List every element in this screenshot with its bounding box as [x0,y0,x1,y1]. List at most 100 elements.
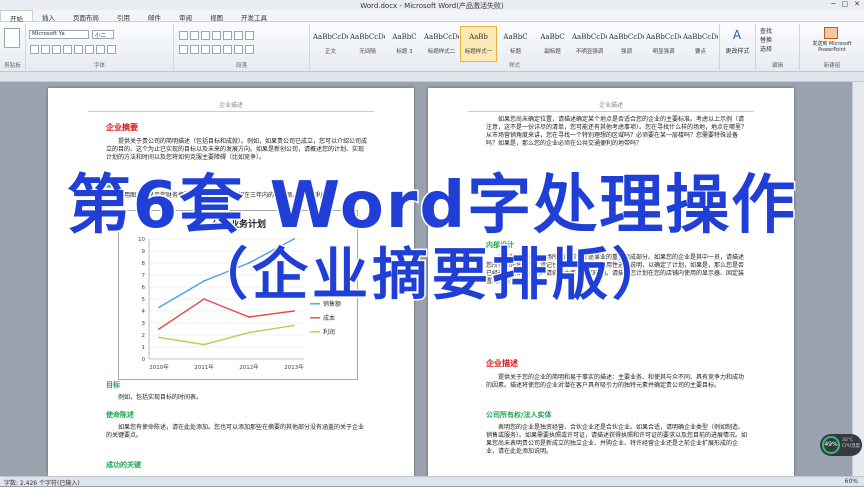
style-preview: AaBb [469,33,488,41]
clipboard-label: 剪贴板 [4,63,21,69]
tab-review[interactable]: 审阅 [170,10,201,22]
data-point [203,343,205,346]
style-preview: AaBbCcDd [646,33,682,41]
line-spacing-icon[interactable] [223,45,232,54]
numbering-icon[interactable] [190,31,199,40]
style-4[interactable]: AaBb 标题样式一 [460,26,497,62]
style-preview: AaBbCcDd [350,33,386,41]
superscript-icon[interactable] [85,45,94,54]
paragraph-group: 段落 [174,24,310,70]
video-title-line1: 第6套 Word字处理操作 [65,169,798,244]
align-right-icon[interactable] [201,45,210,54]
decrease-indent-icon[interactable] [212,31,221,40]
style-name: 标题 [509,49,521,55]
cpu-temp-label: CPU温度 [842,444,861,449]
align-center-icon[interactable] [190,45,199,54]
style-gallery: AaBbCcDd 正文 AaBbCcDd 无间隔 AaBbC 标题 3 AaBbCcDd 标题… [312,26,719,62]
find-button[interactable]: 查找 [760,27,772,36]
paragraph-label: 段落 [235,63,247,69]
bold-icon[interactable] [30,45,39,54]
y-tick-label: 3 [142,321,146,327]
page-header: 企业描述 [88,100,374,112]
style-9[interactable]: AaBbCcDd 明显强调 [645,26,682,62]
font-color-icon[interactable] [107,45,116,54]
heading-description: 企业描述 [486,359,518,368]
style-preview: AaBbCcDd [424,33,460,41]
location-paragraph: 如果您尚未确定位置，请描述确定某个地点是否适合您的企业的主要标准。考虑以上示例（… [486,116,748,147]
style-name: 标题样式二 [427,49,456,55]
style-name: 标题样式一 [464,49,493,55]
tab-view[interactable]: 视图 [201,10,232,22]
description-paragraph: 提供关于您的企业的简明和易于事实的描述：主要业务、和使其与众不同、具有竞争力和成… [486,374,745,389]
multilevel-icon[interactable] [201,31,210,40]
change-styles-icon[interactable]: A [728,28,746,44]
change-styles-label[interactable]: 更改样式 [720,46,755,55]
y-tick-label: 0 [142,357,146,363]
tab-home[interactable]: 开始 [0,10,33,23]
tab-references[interactable]: 引用 [108,10,139,22]
underline-icon[interactable] [52,45,61,54]
video-title-line2: （企业摘要排版） [191,242,672,309]
style-8[interactable]: AaBbCcDd 强调 [608,26,645,62]
data-point [248,331,250,334]
sort-icon[interactable] [234,31,243,40]
clipboard-group: 剪贴板 [0,24,26,70]
legend-label-1: 成本 [323,314,335,322]
paste-icon[interactable] [4,28,20,48]
show-marks-icon[interactable] [245,31,254,40]
system-monitor-widget[interactable]: 49% 30°C CPU温度 [820,434,862,456]
tab-developer[interactable]: 开发工具 [232,10,276,22]
replace-button[interactable]: 替换 [760,36,772,45]
style-10[interactable]: AaBbCcDd 要点 [682,26,719,62]
tab-mailings[interactable]: 邮件 [139,10,170,22]
justify-icon[interactable] [212,45,221,54]
shading-icon[interactable] [234,45,243,54]
style-name: 要点 [694,49,706,55]
tab-layout[interactable]: 页面布局 [64,10,108,22]
style-6[interactable]: AaBbC 副标题 [534,26,571,62]
new-group: 发送到 Microsoft PowerPoint 新建组 [800,24,864,70]
minimize-icon[interactable]: ─ [831,0,835,8]
style-preview: AaBbCcDd [313,33,349,41]
italic-icon[interactable] [41,45,50,54]
ribbon: 剪贴板 Microsoft Ya 小二 字体 段落 样式 AaBbCcDd 正文 A… [0,22,864,72]
style-2[interactable]: AaBbC 标题 3 [386,26,423,62]
style-1[interactable]: AaBbCcDd 无间隔 [349,26,386,62]
style-name: 标题 3 [396,49,413,55]
data-point [248,316,250,318]
style-5[interactable]: AaBbC 标题 [497,26,534,62]
x-tick-label: 2013年 [284,363,304,371]
style-name: 不明显强调 [575,49,604,55]
data-point [293,324,295,327]
send-to-ppt-button[interactable]: 发送到 Microsoft PowerPoint [802,41,862,53]
style-name: 强调 [620,49,632,55]
style-preview: AaBbC [540,33,565,41]
align-left-icon[interactable] [179,45,188,54]
strikethrough-icon[interactable] [63,45,72,54]
bullets-icon[interactable] [179,31,188,40]
subscript-icon[interactable] [74,45,83,54]
style-0[interactable]: AaBbCcDd 正文 [312,26,349,62]
highlight-icon[interactable] [96,45,105,54]
data-point [293,310,295,312]
zoom-level[interactable]: 60% [845,478,858,485]
style-7[interactable]: AaBbCcDd 不明显强调 [571,26,608,62]
heading-goals: 目标 [106,381,120,389]
style-3[interactable]: AaBbCcDd 标题样式二 [423,26,460,62]
ribbon-tabs: 开始 插入 页面布局 引用 邮件 审阅 视图 开发工具 [0,10,864,23]
font-size-select[interactable]: 小二 [92,30,114,39]
style-preview: AaBbCcDd [572,33,608,41]
maximize-icon[interactable]: □ [842,0,849,8]
style-name: 无间隔 [359,49,376,55]
close-icon[interactable]: ✕ [854,0,860,8]
styles-label: 样式 [508,63,520,69]
powerpoint-icon[interactable] [824,27,838,39]
borders-icon[interactable] [245,45,254,54]
heading-ownership: 公司所有权/法人实体 [486,411,552,419]
status-bar: 字数: 2,426 个字符(已输入) 60% [0,476,864,487]
x-tick-label: 2012年 [239,363,259,371]
select-button[interactable]: 选择 [760,45,772,54]
increase-indent-icon[interactable] [223,31,232,40]
font-name-select[interactable]: Microsoft Ya [29,30,89,39]
tab-insert[interactable]: 插入 [33,10,64,22]
